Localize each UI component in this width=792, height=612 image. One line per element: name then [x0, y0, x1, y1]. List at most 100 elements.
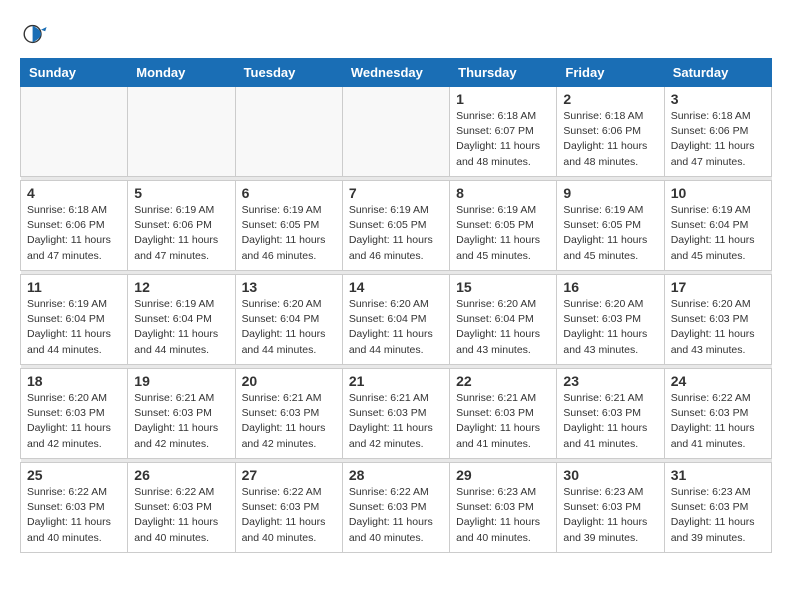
calendar-day: 10 Sunrise: 6:19 AM Sunset: 6:04 PM Dayli… — [664, 181, 771, 271]
day-info: Sunrise: 6:22 AM Sunset: 6:03 PM Dayligh… — [242, 485, 336, 546]
day-info: Sunrise: 6:18 AM Sunset: 6:06 PM Dayligh… — [27, 203, 121, 264]
calendar-day: 14 Sunrise: 6:20 AM Sunset: 6:04 PM Dayli… — [342, 275, 449, 365]
day-info: Sunrise: 6:19 AM Sunset: 6:06 PM Dayligh… — [134, 203, 228, 264]
day-number: 25 — [27, 467, 121, 483]
day-number: 26 — [134, 467, 228, 483]
calendar-day: 15 Sunrise: 6:20 AM Sunset: 6:04 PM Dayli… — [450, 275, 557, 365]
calendar-day: 29 Sunrise: 6:23 AM Sunset: 6:03 PM Dayli… — [450, 463, 557, 553]
calendar-day: 11 Sunrise: 6:19 AM Sunset: 6:04 PM Dayli… — [21, 275, 128, 365]
day-info: Sunrise: 6:18 AM Sunset: 6:06 PM Dayligh… — [563, 109, 657, 170]
day-number: 20 — [242, 373, 336, 389]
day-number: 14 — [349, 279, 443, 295]
calendar-day: 5 Sunrise: 6:19 AM Sunset: 6:06 PM Daylig… — [128, 181, 235, 271]
day-number: 6 — [242, 185, 336, 201]
day-info: Sunrise: 6:22 AM Sunset: 6:03 PM Dayligh… — [671, 391, 765, 452]
day-number: 8 — [456, 185, 550, 201]
day-info: Sunrise: 6:20 AM Sunset: 6:03 PM Dayligh… — [27, 391, 121, 452]
day-info: Sunrise: 6:22 AM Sunset: 6:03 PM Dayligh… — [134, 485, 228, 546]
day-info: Sunrise: 6:21 AM Sunset: 6:03 PM Dayligh… — [349, 391, 443, 452]
day-number: 7 — [349, 185, 443, 201]
calendar-day: 12Sunrise: 6:19 AM Sunset: 6:04 PM Dayli… — [128, 275, 235, 365]
day-number: 9 — [563, 185, 657, 201]
day-number: 11 — [27, 279, 121, 295]
calendar-table: SundayMondayTuesdayWednesdayThursdayFrid… — [20, 58, 772, 553]
day-info: Sunrise: 6:21 AM Sunset: 6:03 PM Dayligh… — [563, 391, 657, 452]
calendar-week-row: 11 Sunrise: 6:19 AM Sunset: 6:04 PM Dayli… — [21, 275, 772, 365]
calendar-day: 2Sunrise: 6:18 AM Sunset: 6:06 PM Daylig… — [557, 87, 664, 177]
calendar-day — [342, 87, 449, 177]
day-info: Sunrise: 6:22 AM Sunset: 6:03 PM Dayligh… — [349, 485, 443, 546]
day-info: Sunrise: 6:21 AM Sunset: 6:03 PM Dayligh… — [242, 391, 336, 452]
logo-icon — [20, 20, 48, 48]
calendar-day: 3Sunrise: 6:18 AM Sunset: 6:06 PM Daylig… — [664, 87, 771, 177]
calendar-day: 22 Sunrise: 6:21 AM Sunset: 6:03 PM Dayli… — [450, 369, 557, 459]
day-number: 29 — [456, 467, 550, 483]
calendar-day — [21, 87, 128, 177]
day-info: Sunrise: 6:20 AM Sunset: 6:04 PM Dayligh… — [242, 297, 336, 358]
day-info: Sunrise: 6:23 AM Sunset: 6:03 PM Dayligh… — [563, 485, 657, 546]
day-number: 18 — [27, 373, 121, 389]
day-info: Sunrise: 6:19 AM Sunset: 6:05 PM Dayligh… — [563, 203, 657, 264]
day-info: Sunrise: 6:23 AM Sunset: 6:03 PM Dayligh… — [456, 485, 550, 546]
calendar-day: 7 Sunrise: 6:19 AM Sunset: 6:05 PM Daylig… — [342, 181, 449, 271]
calendar-day: 8 Sunrise: 6:19 AM Sunset: 6:05 PM Daylig… — [450, 181, 557, 271]
day-info: Sunrise: 6:18 AM Sunset: 6:07 PM Dayligh… — [456, 109, 550, 170]
day-info: Sunrise: 6:23 AM Sunset: 6:03 PM Dayligh… — [671, 485, 765, 546]
day-number: 13 — [242, 279, 336, 295]
calendar-day: 17 Sunrise: 6:20 AM Sunset: 6:03 PM Dayli… — [664, 275, 771, 365]
calendar-day — [235, 87, 342, 177]
calendar-day: 21 Sunrise: 6:21 AM Sunset: 6:03 PM Dayli… — [342, 369, 449, 459]
calendar-day: 25Sunrise: 6:22 AM Sunset: 6:03 PM Dayli… — [21, 463, 128, 553]
day-number: 27 — [242, 467, 336, 483]
calendar-day: 13 Sunrise: 6:20 AM Sunset: 6:04 PM Dayli… — [235, 275, 342, 365]
calendar-day: 1 Sunrise: 6:18 AM Sunset: 6:07 PM Daylig… — [450, 87, 557, 177]
day-number: 22 — [456, 373, 550, 389]
day-info: Sunrise: 6:19 AM Sunset: 6:04 PM Dayligh… — [27, 297, 121, 358]
calendar-day: 28 Sunrise: 6:22 AM Sunset: 6:03 PM Dayli… — [342, 463, 449, 553]
calendar-day: 20 Sunrise: 6:21 AM Sunset: 6:03 PM Dayli… — [235, 369, 342, 459]
day-info: Sunrise: 6:20 AM Sunset: 6:03 PM Dayligh… — [671, 297, 765, 358]
calendar-day: 9 Sunrise: 6:19 AM Sunset: 6:05 PM Daylig… — [557, 181, 664, 271]
day-number: 28 — [349, 467, 443, 483]
day-number: 10 — [671, 185, 765, 201]
day-number: 1 — [456, 91, 550, 107]
day-number: 30 — [563, 467, 657, 483]
weekday-header-wednesday: Wednesday — [342, 59, 449, 87]
weekday-header-monday: Monday — [128, 59, 235, 87]
logo — [20, 20, 52, 48]
calendar-day: 18 Sunrise: 6:20 AM Sunset: 6:03 PM Dayli… — [21, 369, 128, 459]
day-number: 3 — [671, 91, 765, 107]
day-number: 4 — [27, 185, 121, 201]
page-header — [20, 20, 772, 48]
day-info: Sunrise: 6:20 AM Sunset: 6:04 PM Dayligh… — [456, 297, 550, 358]
calendar-day: 27 Sunrise: 6:22 AM Sunset: 6:03 PM Dayli… — [235, 463, 342, 553]
calendar-week-row: 18 Sunrise: 6:20 AM Sunset: 6:03 PM Dayli… — [21, 369, 772, 459]
day-number: 12 — [134, 279, 228, 295]
day-number: 21 — [349, 373, 443, 389]
day-number: 17 — [671, 279, 765, 295]
day-info: Sunrise: 6:19 AM Sunset: 6:04 PM Dayligh… — [671, 203, 765, 264]
day-number: 16 — [563, 279, 657, 295]
calendar-week-row: 25 Sunrise: 6:22 AM Sunset: 6:03 PM Dayli… — [21, 463, 772, 553]
calendar-week-row: 1 Sunrise: 6:18 AM Sunset: 6:07 PM Daylig… — [21, 87, 772, 177]
day-number: 15 — [456, 279, 550, 295]
day-info: Sunrise: 6:20 AM Sunset: 6:04 PM Dayligh… — [349, 297, 443, 358]
day-number: 5 — [134, 185, 228, 201]
calendar-week-row: 4 Sunrise: 6:18 AM Sunset: 6:06 PM Daylig… — [21, 181, 772, 271]
day-number: 19 — [134, 373, 228, 389]
day-info: Sunrise: 6:21 AM Sunset: 6:03 PM Dayligh… — [456, 391, 550, 452]
weekday-header-tuesday: Tuesday — [235, 59, 342, 87]
weekday-header-thursday: Thursday — [450, 59, 557, 87]
calendar-day: 6 Sunrise: 6:19 AM Sunset: 6:05 PM Daylig… — [235, 181, 342, 271]
day-number: 23 — [563, 373, 657, 389]
calendar-day: 19 Sunrise: 6:21 AM Sunset: 6:03 PM Dayli… — [128, 369, 235, 459]
weekday-header-sunday: Sunday — [21, 59, 128, 87]
weekday-header-saturday: Saturday — [664, 59, 771, 87]
calendar-day: 24Sunrise: 6:22 AM Sunset: 6:03 PM Dayli… — [664, 369, 771, 459]
day-info: Sunrise: 6:19 AM Sunset: 6:05 PM Dayligh… — [242, 203, 336, 264]
day-info: Sunrise: 6:19 AM Sunset: 6:05 PM Dayligh… — [456, 203, 550, 264]
calendar-header-row: SundayMondayTuesdayWednesdayThursdayFrid… — [21, 59, 772, 87]
day-info: Sunrise: 6:19 AM Sunset: 6:05 PM Dayligh… — [349, 203, 443, 264]
day-info: Sunrise: 6:21 AM Sunset: 6:03 PM Dayligh… — [134, 391, 228, 452]
calendar-day: 23 Sunrise: 6:21 AM Sunset: 6:03 PM Dayli… — [557, 369, 664, 459]
